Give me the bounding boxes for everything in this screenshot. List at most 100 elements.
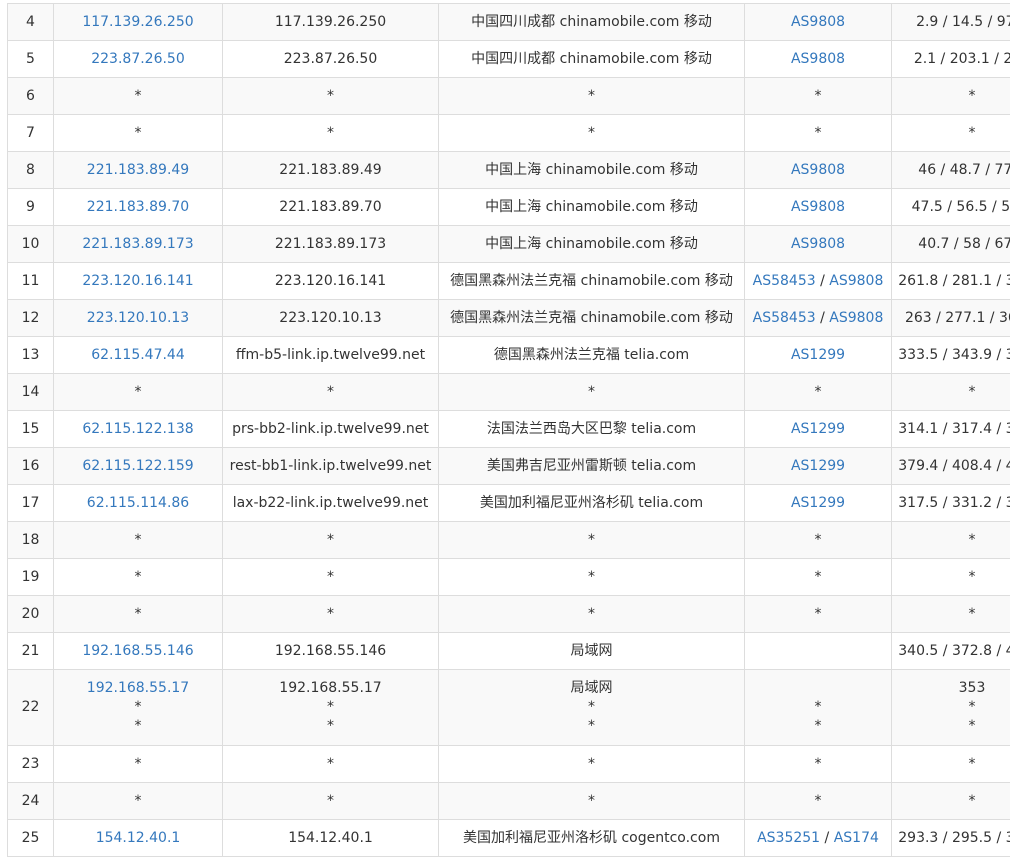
location-text: 美国加利福尼亚州洛杉矶 telia.com [479,495,704,511]
latency-value: * [968,793,976,809]
latency-cell: 46 / 48.7 / 77.9 [891,151,1010,189]
latency-cell: 314.1 / 317.4 / 395.8 [891,410,1010,448]
hop-number-cell: 5 [7,40,54,78]
asn-link[interactable]: AS9808 [791,14,845,30]
asn-link[interactable]: AS1299 [791,347,845,363]
ip-address-link[interactable]: 223.87.26.50 [55,50,222,68]
hostname-cell: * [222,782,439,820]
location-text: * [588,793,595,809]
hostname-cell: * [222,77,439,115]
asn-cell: * [744,595,892,633]
ip-cell: * [53,558,223,596]
ip-address-link[interactable]: 117.139.26.250 [55,13,222,31]
asn-text: * [814,384,822,400]
asn-link[interactable]: AS1299 [791,495,845,511]
asn-link[interactable]: AS9808 [829,273,883,289]
ip-address-link[interactable]: 62.115.114.86 [55,494,222,512]
asn-link[interactable]: AS9808 [791,199,845,215]
location-text: 德国黑森州法兰克福 telia.com [493,347,690,363]
latency-cell: * [891,782,1010,820]
hop-number: 7 [26,125,35,141]
asn-link[interactable]: AS9808 [829,310,883,326]
table-row: 13 62.115.47.44 ffm-b5-link.ip.twelve99.ne… [7,336,1010,374]
asn-link[interactable]: AS9808 [791,236,845,252]
ip-address-link[interactable]: 154.12.40.1 [55,829,222,847]
hop-number: 8 [26,162,35,178]
ip-address-link[interactable]: 62.115.122.138 [55,420,222,438]
asn-link[interactable]: AS9808 [791,162,845,178]
table-row: 24 * * * * * [7,782,1010,820]
location-text: * [588,699,595,715]
ip-cell: * [53,114,223,152]
hop-number: 6 [26,88,35,104]
asn-link[interactable]: AS174 [834,830,879,846]
latency-cell: 40.7 / 58 / 67.8 [891,225,1010,263]
ip-address-link[interactable]: 192.168.55.146 [55,642,222,660]
hop-number: 12 [21,310,40,326]
hostname-cell: 221.183.89.70 [222,188,439,226]
ip-address-link[interactable]: 221.183.89.70 [55,198,222,216]
asn-cell: AS58453 / AS9808 [744,262,892,300]
hop-number: 18 [21,532,40,548]
hostname-cell: * [222,373,439,411]
latency-value: 333.5 / 343.9 / 365.4 [898,347,1010,363]
ip-address-link[interactable]: 223.120.16.141 [55,272,222,290]
latency-cell: * [891,595,1010,633]
latency-value: 2.9 / 14.5 / 97.3 [916,14,1010,30]
asn-text: * [814,88,822,104]
location-text: * [588,532,595,548]
latency-cell: * [891,745,1010,783]
latency-value: * [968,569,976,585]
table-row: 20 * * * * * [7,595,1010,633]
location-text: * [588,718,595,734]
hostname-cell: * [222,745,439,783]
ip-address-link[interactable]: 221.183.89.49 [55,161,222,179]
ip-cell: 117.139.26.250 [53,3,223,41]
latency-value: 263 / 277.1 / 361.3 [904,310,1010,326]
location-text: * [588,756,595,772]
hostname: * [327,756,334,772]
hop-number: 13 [21,347,40,363]
asn-cell: AS1299 [744,484,892,522]
asn-link[interactable]: AS58453 [753,310,816,326]
asn-line: AS58453 / AS9808 [746,272,891,290]
asn-link[interactable]: AS58453 [753,273,816,289]
hostname-cell: 223.120.16.141 [222,262,439,300]
asn-link[interactable]: AS1299 [791,458,845,474]
asn-cell: * [744,558,892,596]
location-cell: 中国上海 chinamobile.com 移动 [438,151,745,189]
latency-value: * [968,125,976,141]
hostname: 223.87.26.50 [283,51,378,67]
ip-address-link[interactable]: 223.120.10.13 [55,309,222,327]
ip-address-link[interactable]: 62.115.47.44 [55,346,222,364]
ip-address-link[interactable]: 192.168.55.17 [55,679,222,698]
table-row: 16 62.115.122.159 rest-bb1-link.ip.twelve9… [7,447,1010,485]
latency-cell: * [891,114,1010,152]
latency-value: * [968,699,976,715]
ip-address-link[interactable]: 62.115.122.159 [55,457,222,475]
asn-cell: AS58453 / AS9808 [744,299,892,337]
asn-link[interactable]: AS9808 [791,51,845,67]
asn-link[interactable]: AS1299 [791,421,845,437]
hostname: 223.120.16.141 [274,273,387,289]
latency-value: * [968,384,976,400]
asn-cell: AS1299 [744,336,892,374]
hostname: 223.120.10.13 [279,310,382,326]
table-row: 10 221.183.89.173 221.183.89.173 中国上海 china… [7,225,1010,263]
asn-line: * [746,792,891,810]
asn-link[interactable]: AS35251 [757,830,820,846]
latency-value: 293.3 / 295.5 / 303.9 [898,830,1010,846]
asn-line: AS1299 [746,420,891,438]
hostname-cell: rest-bb1-link.ip.twelve99.net [222,447,439,485]
ip-cell: 223.87.26.50 [53,40,223,78]
latency-cell: 2.1 / 203.1 / 250 [891,40,1010,78]
asn-line: * [746,531,891,549]
location-cell: 美国弗吉尼亚州雷斯顿 telia.com [438,447,745,485]
ip-address-link[interactable]: 221.183.89.173 [55,235,222,253]
table-row: 5 223.87.26.50 223.87.26.50 中国四川成都 chinamob… [7,40,1010,78]
asn-line: AS1299 [746,494,891,512]
hop-number: 20 [21,606,40,622]
table-row: 12 223.120.10.13 223.120.10.13 德国黑森州法兰克福 ch… [7,299,1010,337]
location-text: 美国弗吉尼亚州雷斯顿 telia.com [486,458,697,474]
latency-cell: 47.5 / 56.5 / 59.7 [891,188,1010,226]
